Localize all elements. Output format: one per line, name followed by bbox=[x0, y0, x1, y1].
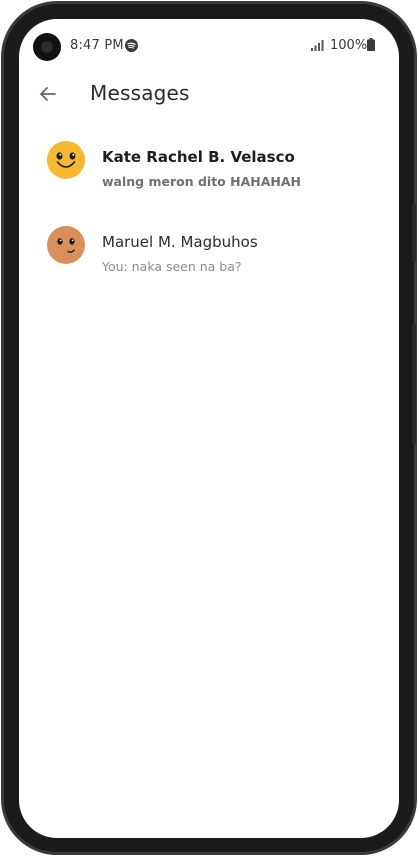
camera-icon bbox=[33, 33, 61, 61]
battery-icon bbox=[367, 38, 375, 51]
spotify-icon bbox=[125, 39, 138, 52]
message-preview: You: naka seen na ba? bbox=[102, 259, 242, 274]
message-preview: walng meron dito HAHAHAH bbox=[102, 174, 301, 189]
arrow-left-icon[interactable] bbox=[33, 79, 63, 109]
screen: 8:47 PM 100% Messages Kate Rachel B. Vel… bbox=[19, 19, 399, 838]
avatar bbox=[47, 226, 85, 264]
conversation-item[interactable]: Kate Rachel B. Velasco walng meron dito … bbox=[19, 131, 399, 216]
contact-name: Kate Rachel B. Velasco bbox=[102, 148, 295, 166]
avatar bbox=[47, 141, 85, 179]
signal-icon bbox=[311, 40, 324, 51]
conversation-list: Kate Rachel B. Velasco walng meron dito … bbox=[19, 131, 399, 301]
battery-percentage: 100% bbox=[330, 38, 368, 53]
page-title: Messages bbox=[90, 81, 190, 105]
status-bar: 8:47 PM 100% bbox=[19, 19, 399, 75]
conversation-item[interactable]: Maruel M. Magbuhos You: naka seen na ba? bbox=[19, 216, 399, 301]
volume-button bbox=[412, 204, 416, 262]
status-time: 8:47 PM bbox=[70, 38, 124, 53]
contact-name: Maruel M. Magbuhos bbox=[102, 233, 258, 251]
app-bar: Messages bbox=[19, 75, 399, 131]
power-button bbox=[412, 324, 416, 444]
